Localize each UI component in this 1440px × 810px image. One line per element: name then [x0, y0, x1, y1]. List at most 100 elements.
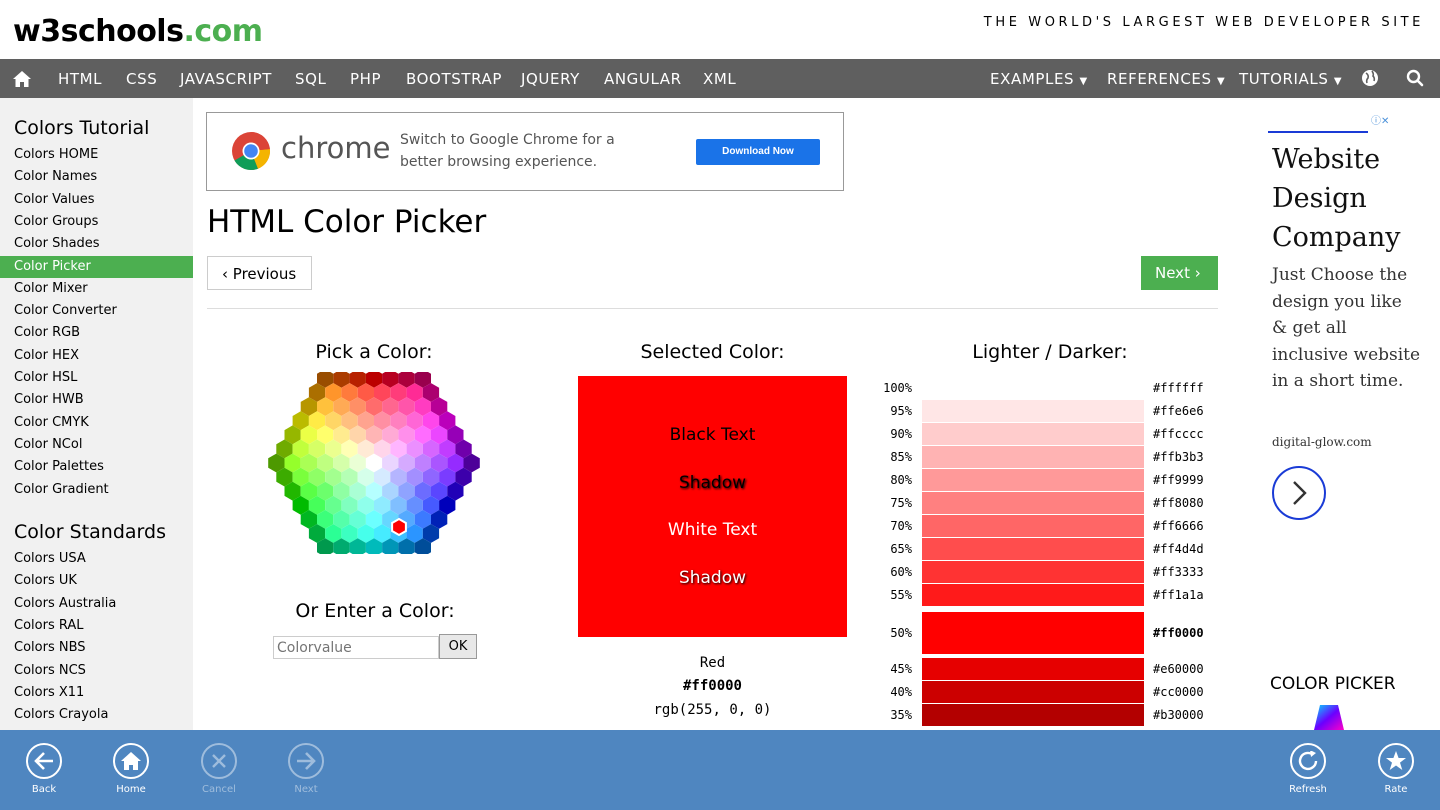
color-hex-value: #ff0000 — [682, 678, 742, 694]
nav-angular[interactable]: ANGULAR — [604, 59, 682, 98]
sidebar-item-color-gradient[interactable]: Color Gradient — [0, 479, 193, 501]
nav-jquery[interactable]: JQUERY — [521, 59, 580, 98]
color-value-input[interactable] — [273, 636, 439, 659]
sidebar-item-colors-crayola[interactable]: Colors Crayola — [0, 704, 193, 726]
nav-home-button[interactable] — [12, 59, 32, 98]
shade-percent: 85% — [890, 450, 912, 464]
shade-swatch[interactable] — [922, 423, 1144, 445]
sidebar-item-colors-australia[interactable]: Colors Australia — [0, 593, 193, 615]
button-circle — [113, 743, 149, 779]
shade-swatch[interactable] — [922, 561, 1144, 583]
button-circle — [1290, 743, 1326, 779]
shade-swatch[interactable] — [922, 658, 1144, 680]
color-hexagon-map[interactable] — [268, 372, 480, 554]
site-logo[interactable]: w3schools.com — [13, 14, 263, 49]
shade-swatch[interactable] — [922, 584, 1144, 606]
home-icon — [121, 752, 141, 770]
shade-hex-value: #ff0000 — [1153, 626, 1204, 640]
sidebar-item-color-mixer[interactable]: Color Mixer — [0, 278, 193, 300]
sidebar-item-colors-ncs[interactable]: Colors NCS — [0, 660, 193, 682]
shade-swatch[interactable] — [922, 446, 1144, 468]
sidebar-item-color-rgb[interactable]: Color RGB — [0, 322, 193, 344]
search-icon — [1406, 69, 1424, 87]
sidebar-item-color-shades[interactable]: Color Shades — [0, 233, 193, 255]
shade-swatch[interactable] — [922, 681, 1144, 703]
shade-swatch[interactable] — [922, 515, 1144, 537]
sidebar-item-colors-x11[interactable]: Colors X11 — [0, 682, 193, 704]
sidebar-item-color-names[interactable]: Color Names — [0, 166, 193, 188]
black-text-sample: Black Text — [669, 425, 756, 445]
shade-swatch[interactable] — [922, 704, 1144, 726]
shade-row: 65% #ff4d4d — [880, 538, 1220, 560]
ad-arrow-button[interactable] — [1272, 466, 1326, 520]
previous-label: Previous — [232, 265, 297, 283]
ad-choices-icon[interactable]: ⓘ✕ — [1371, 112, 1399, 127]
nav-html[interactable]: HTML — [58, 59, 102, 98]
button-label: Refresh — [1289, 784, 1327, 795]
sidebar-item-colors-home[interactable]: Colors HOME — [0, 144, 193, 166]
nav-sql[interactable]: SQL — [295, 59, 327, 98]
shade-row: 40% #cc0000 — [880, 681, 1220, 703]
shade-swatch[interactable] — [922, 492, 1144, 514]
button-circle — [1378, 743, 1414, 779]
color-name: Red — [699, 655, 726, 671]
nav-tutorials-dropdown[interactable]: TUTORIALS ▼ — [1239, 59, 1342, 98]
nav-search-button[interactable] — [1406, 59, 1424, 98]
nav-xml[interactable]: XML — [703, 59, 736, 98]
sidebar-item-colors-usa[interactable]: Colors USA — [0, 548, 193, 570]
sidebar-item-color-ncol[interactable]: Color NCol — [0, 434, 193, 456]
shade-row: 70% #ff6666 — [880, 515, 1220, 537]
ad-domain[interactable]: digital-glow.com — [1272, 435, 1372, 449]
nav-javascript[interactable]: JAVASCRIPT — [180, 59, 272, 98]
shade-percent: 50% — [890, 626, 912, 640]
next-button[interactable]: Next › — [1141, 256, 1218, 290]
shade-percent: 45% — [890, 662, 912, 676]
white-text-sample: White Text — [667, 520, 758, 540]
sidebar-item-color-hsl[interactable]: Color HSL — [0, 367, 193, 389]
shade-percent: 40% — [890, 685, 912, 699]
shade-percent: 55% — [890, 588, 912, 602]
sidebar-item-color-palettes[interactable]: Color Palettes — [0, 456, 193, 478]
home-button[interactable]: Home — [91, 730, 171, 810]
sidebar-item-color-converter[interactable]: Color Converter — [0, 300, 193, 322]
nav-examples-dropdown[interactable]: EXAMPLES ▼ — [990, 59, 1088, 98]
sidebar-item-color-values[interactable]: Color Values — [0, 189, 193, 211]
sidebar-item-color-groups[interactable]: Color Groups — [0, 211, 193, 233]
site-header: w3schools.com THE WORLD'S LARGEST WEB DE… — [0, 0, 1440, 59]
sidebar-item-colors-ral[interactable]: Colors RAL — [0, 615, 193, 637]
shade-hex-value: #ff9999 — [1153, 473, 1204, 487]
shade-swatch[interactable] — [922, 400, 1144, 422]
nav-bootstrap[interactable]: BOOTSTRAP — [406, 59, 502, 98]
sidebar-item-colors-uk[interactable]: Colors UK — [0, 570, 193, 592]
sidebar: Colors Tutorial Colors HOME Color Names Co… — [0, 98, 193, 730]
nav-translate-button[interactable] — [1361, 59, 1379, 98]
download-now-button[interactable]: Download Now — [696, 139, 820, 165]
sidebar-item-color-picker[interactable]: Color Picker — [0, 255, 193, 278]
chrome-wordmark: chrome — [281, 131, 391, 165]
nav-css[interactable]: CSS — [126, 59, 157, 98]
sidebar-heading-standards: Color Standards — [14, 521, 166, 543]
shade-swatch[interactable] — [922, 377, 1144, 399]
chrome-logo-icon — [232, 132, 271, 171]
refresh-button[interactable]: Refresh — [1268, 730, 1348, 810]
nav-php[interactable]: PHP — [350, 59, 381, 98]
nav-references-dropdown[interactable]: REFERENCES ▼ — [1107, 59, 1225, 98]
shade-percent: 70% — [890, 519, 912, 533]
sidebar-item-colors-nbs[interactable]: Colors NBS — [0, 637, 193, 659]
sidebar-item-color-hwb[interactable]: Color HWB — [0, 389, 193, 411]
previous-button[interactable]: ‹ Previous — [207, 256, 312, 290]
shade-swatch[interactable] — [922, 612, 1144, 654]
ok-button[interactable]: OK — [439, 634, 477, 659]
shade-swatch[interactable] — [922, 469, 1144, 491]
sidebar-item-color-hex[interactable]: Color HEX — [0, 345, 193, 367]
cancel-button: Cancel — [179, 730, 259, 810]
chrome-ad-banner[interactable]: chrome Switch to Google Chrome for a bet… — [206, 112, 844, 191]
ad-title[interactable]: Website Design Company — [1272, 140, 1422, 257]
back-button[interactable]: Back — [4, 730, 84, 810]
star-icon — [1386, 751, 1406, 770]
rate-button[interactable]: Rate — [1356, 730, 1436, 810]
nav-examples-label: EXAMPLES — [990, 70, 1075, 88]
shade-swatch[interactable] — [922, 538, 1144, 560]
color-picker-thumbnail[interactable] — [1296, 705, 1362, 730]
sidebar-item-color-cmyk[interactable]: Color CMYK — [0, 412, 193, 434]
